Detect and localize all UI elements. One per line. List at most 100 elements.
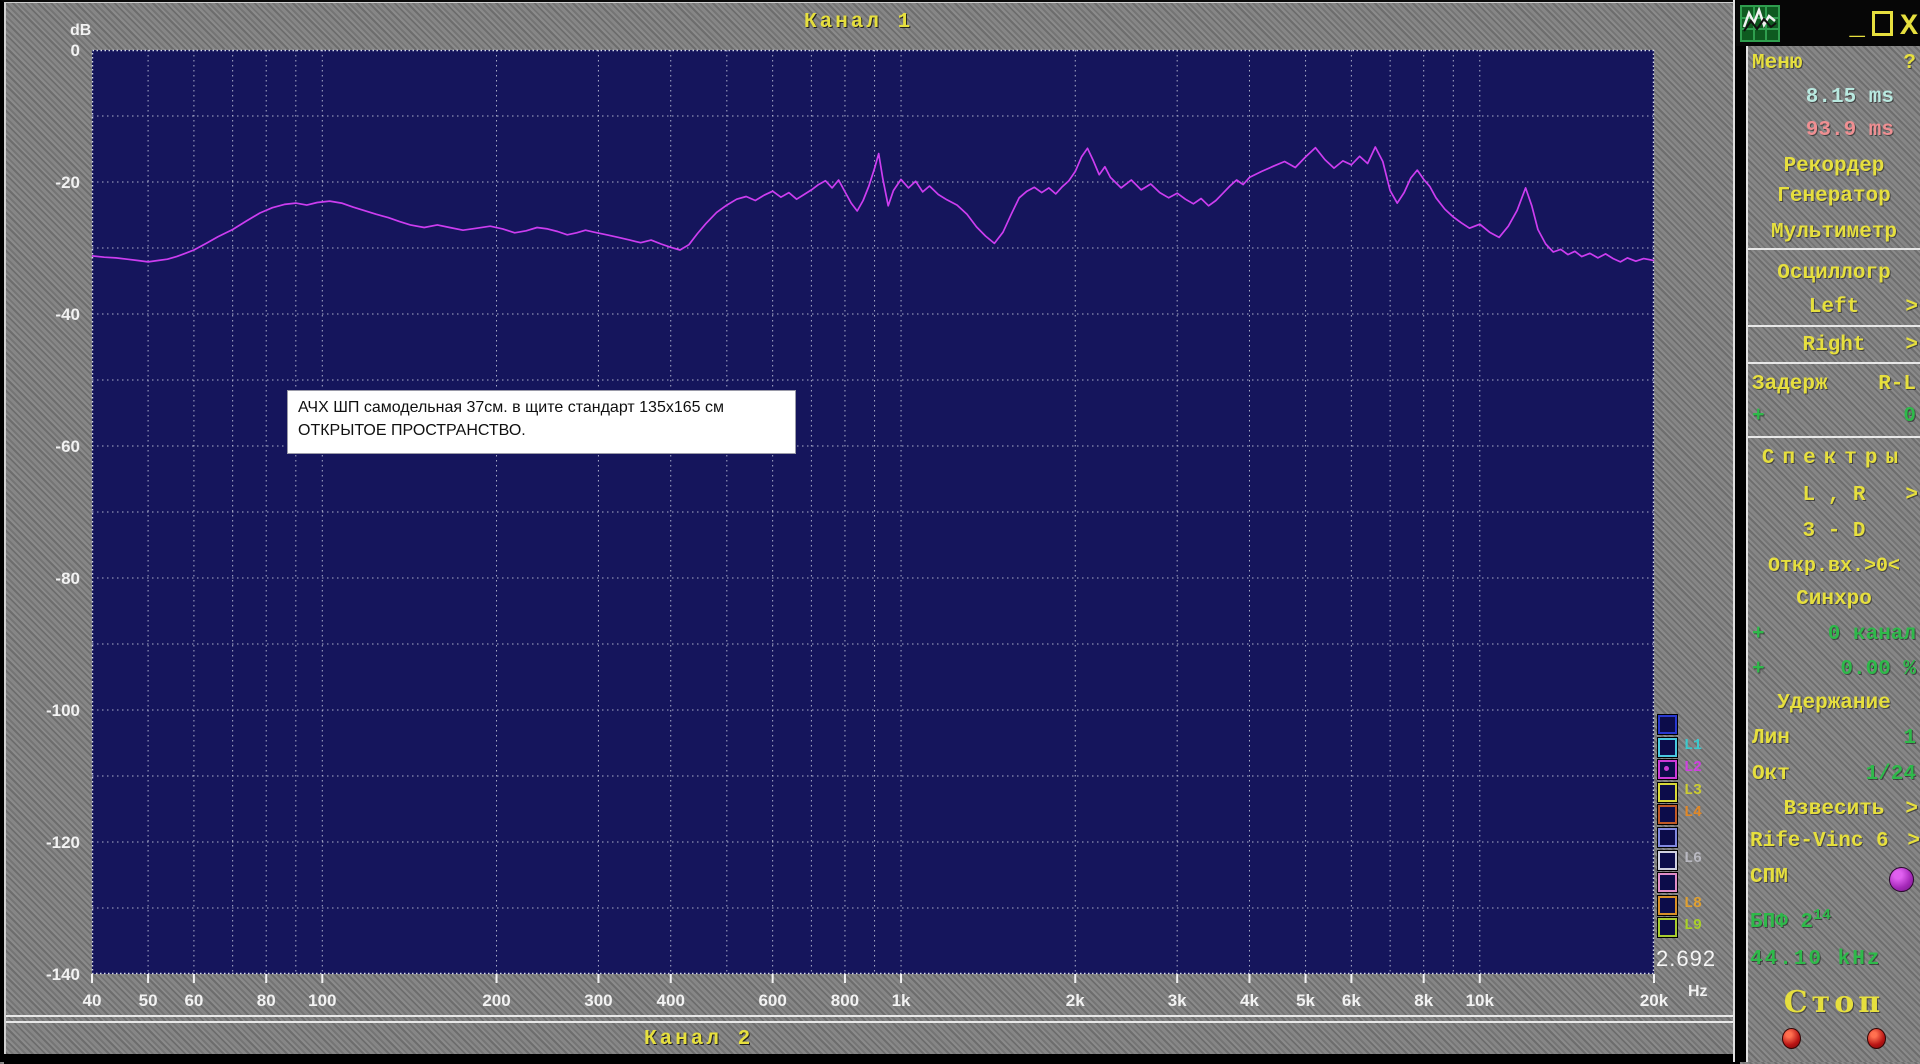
octave-value: 1/24: [1865, 763, 1916, 786]
hold-button[interactable]: Удержание: [1748, 692, 1920, 719]
spm-button[interactable]: СПМ: [1750, 866, 1788, 889]
y-axis-unit-label: dB: [70, 22, 92, 39]
delay-plus-button[interactable]: +: [1752, 405, 1765, 432]
chevron-right-icon: >: [1905, 798, 1918, 821]
right-label: Right: [1802, 334, 1866, 357]
x-axis-unit-label: Hz: [1688, 983, 1708, 1000]
legend-checkbox[interactable]: [1657, 714, 1678, 735]
multimeter-button[interactable]: Мультиметр: [1748, 221, 1920, 248]
delay-row: Задерж R-L: [1748, 373, 1920, 400]
app-icon[interactable]: [1740, 5, 1780, 42]
spectrum-plot[interactable]: 40 50 60 80 100 200 300 400 600 800 1k 2k 3k 4k 5k 6k 8k…: [46, 41, 1669, 1010]
maximize-button[interactable]: [1871, 11, 1893, 36]
x-tick-label: 1k: [892, 991, 911, 1010]
x-tick-label: 40: [83, 991, 102, 1010]
stop-button[interactable]: Стоп: [1748, 985, 1920, 1020]
x-tick-label: 300: [584, 991, 612, 1010]
bottom-divider: [6, 1015, 1736, 1023]
3d-button[interactable]: 3 - D: [1748, 520, 1920, 547]
y-tick-label: 0: [71, 41, 80, 60]
left-channel-button[interactable]: Left >: [1748, 296, 1920, 323]
sync-percent-row[interactable]: + 0.00 %: [1748, 658, 1920, 685]
lin-row[interactable]: Лин 1: [1748, 727, 1920, 754]
panel-divider: [1733, 0, 1748, 1062]
legend-item: L6: [1657, 849, 1738, 873]
legend-checkbox[interactable]: [1657, 872, 1678, 894]
x-tick-label: 80: [257, 991, 276, 1010]
delay-value-row[interactable]: + 0: [1748, 405, 1920, 432]
y-tick-label: -100: [46, 701, 80, 720]
x-tick-label: 10k: [1466, 991, 1495, 1010]
titlebar: _ X: [1736, 0, 1920, 46]
legend-item: [1657, 872, 1738, 895]
channel2-title: Канал 2: [644, 1028, 754, 1051]
sync-percent-value: 0.00 %: [1840, 658, 1916, 681]
octave-row[interactable]: Окт 1/24: [1748, 763, 1920, 790]
status-leds-row: [1748, 1028, 1920, 1055]
delay-rl-label: R-L: [1878, 373, 1916, 396]
open-input-button[interactable]: Откр.вх.>0<: [1748, 555, 1920, 582]
legend-checkbox[interactable]: [1657, 826, 1678, 848]
minimize-button[interactable]: _: [1849, 12, 1865, 42]
fft-exponent: 14: [1813, 907, 1832, 924]
control-panel: _ X Меню ? 8.15 ms 93.9 ms Рекордер Генер…: [1736, 0, 1920, 1062]
time-value-1: 8.15 ms: [1805, 86, 1894, 109]
sync-channel-plus-button[interactable]: +: [1752, 623, 1765, 650]
fft-row[interactable]: БПФ 214: [1748, 907, 1920, 934]
oscillograph-button[interactable]: Осциллогр: [1748, 262, 1920, 289]
legend-item: L8: [1657, 894, 1738, 918]
weighting-button[interactable]: Взвесить >: [1748, 798, 1920, 825]
rife-vincent-label: Rife-Vinc 6: [1750, 830, 1889, 853]
legend-item: [1657, 714, 1738, 737]
legend-checkbox[interactable]: [1657, 894, 1678, 916]
divider: [1748, 325, 1920, 327]
spectrum-plot-canvas[interactable]: 40 50 60 80 100 200 300 400 600 800 1k 2k 3k 4k 5k 6k 8k…: [46, 41, 1669, 1010]
x-tick-label: 60: [184, 991, 203, 1010]
help-button[interactable]: ?: [1903, 52, 1916, 79]
sync-percent-plus-button[interactable]: +: [1752, 658, 1765, 685]
divider: [1748, 436, 1920, 438]
legend-item: L3: [1657, 781, 1738, 805]
legend-label: L2: [1684, 759, 1703, 777]
spm-row: СПМ: [1748, 866, 1920, 893]
sync-channel-row[interactable]: + 0 канал: [1748, 623, 1920, 650]
legend-label: L3: [1684, 781, 1703, 799]
spm-led-indicator[interactable]: [1889, 867, 1914, 892]
sync-channel-value: 0 канал: [1827, 623, 1916, 646]
y-tick-label: -40: [55, 305, 80, 324]
annotation-box[interactable]: АЧХ ШП самодельная 37см. в щите стандарт…: [287, 390, 796, 454]
legend-checkbox[interactable]: [1657, 781, 1678, 803]
legend-checkbox[interactable]: [1657, 736, 1678, 758]
legend-checkbox-dot: [1664, 766, 1669, 772]
lr-label: L , R: [1802, 484, 1866, 507]
menu-button[interactable]: Меню: [1752, 52, 1802, 79]
recorder-button[interactable]: Рекордер: [1748, 155, 1920, 182]
close-button[interactable]: X: [1900, 10, 1918, 44]
x-tick-label: 50: [139, 991, 158, 1010]
channel1-title: Канал 1: [804, 11, 914, 34]
menu-row: Меню ?: [1748, 52, 1920, 79]
rife-vincent-button[interactable]: Rife-Vinc 6 >: [1748, 830, 1920, 857]
right-channel-button[interactable]: Right >: [1748, 334, 1920, 361]
legend-item: L1: [1657, 736, 1738, 760]
lr-spectra-button[interactable]: L , R >: [1748, 484, 1920, 511]
legend-label: L6: [1684, 849, 1703, 867]
legend-item: L9: [1657, 917, 1738, 940]
legend-label: L9: [1684, 917, 1703, 935]
right-level-led: [1867, 1028, 1886, 1049]
y-tick-label: -140: [46, 965, 80, 984]
x-tick-label: 2k: [1066, 991, 1085, 1010]
sample-rate-value: 44.10 kHz: [1750, 948, 1882, 971]
spectra-button[interactable]: Спектры: [1748, 447, 1920, 474]
delay-value: 0: [1903, 405, 1916, 428]
weighting-label: Взвесить: [1783, 798, 1885, 821]
legend-checkbox[interactable]: [1657, 804, 1678, 826]
chevron-right-icon: >: [1905, 484, 1918, 507]
generator-button[interactable]: Генератор: [1748, 185, 1920, 212]
legend-checkbox[interactable]: [1657, 759, 1678, 781]
legend-checkbox[interactable]: [1657, 849, 1678, 871]
trace-legend: L1 L2 L3 L4 L6 L8 L9: [1657, 714, 1738, 940]
sync-button[interactable]: Синхро: [1748, 588, 1920, 615]
legend-checkbox[interactable]: [1657, 917, 1678, 939]
chevron-right-icon: >: [1905, 334, 1918, 357]
